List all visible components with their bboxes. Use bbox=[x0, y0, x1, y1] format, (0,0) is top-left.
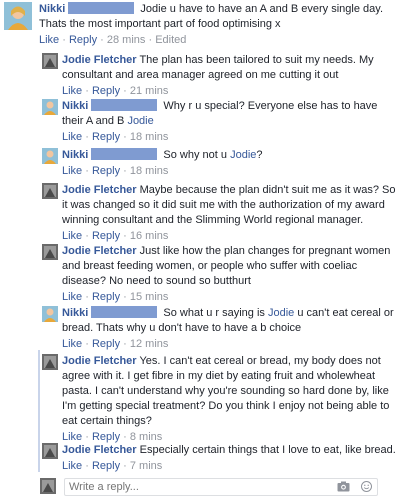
comment-message: Especially certain things that I love to… bbox=[139, 444, 396, 456]
reply-link[interactable]: Reply bbox=[92, 460, 120, 472]
comment-message-end: ? bbox=[256, 149, 263, 161]
comment-body: Jodie Fletcher The plan has been tailore… bbox=[62, 53, 399, 99]
avatar-nikki[interactable] bbox=[42, 148, 58, 164]
like-link[interactable]: Like bbox=[62, 338, 82, 350]
comment-time[interactable]: 15 mins bbox=[130, 291, 169, 303]
avatar-nikki[interactable] bbox=[42, 99, 58, 115]
comment-text: Jodie Fletcher Maybe because the plan di… bbox=[62, 183, 399, 228]
redacted-name bbox=[91, 306, 158, 318]
comment-time[interactable]: 8 mins bbox=[130, 431, 162, 443]
like-link[interactable]: Like bbox=[62, 431, 82, 443]
comment-body: Nikki Jodie u have to have an A and B ev… bbox=[39, 2, 400, 48]
like-link[interactable]: Like bbox=[62, 230, 82, 242]
comment-message: So what u r saying is bbox=[163, 307, 268, 319]
comment-time[interactable]: 7 mins bbox=[130, 460, 162, 472]
comment-body: Nikki So what u r saying is Jodie u can'… bbox=[62, 306, 399, 352]
comment-author[interactable]: Nikki bbox=[62, 149, 88, 161]
comment-text: Jodie Fletcher Especially certain things… bbox=[62, 443, 399, 458]
like-link[interactable]: Like bbox=[62, 291, 82, 303]
comment-author[interactable]: Nikki bbox=[62, 307, 88, 319]
mention-link[interactable]: Jodie bbox=[230, 149, 256, 161]
comment-meta: Like · Reply · 21 mins bbox=[62, 85, 169, 97]
like-link[interactable]: Like bbox=[62, 131, 82, 143]
reply-indicator-line bbox=[38, 350, 40, 472]
comment-thread: Nikki Jodie u have to have an A and B ev… bbox=[0, 0, 403, 500]
comment-time[interactable]: 12 mins bbox=[130, 338, 169, 350]
comment-time[interactable]: 28 mins bbox=[107, 34, 146, 46]
comment-text: Jodie Fletcher Just like how the plan ch… bbox=[62, 244, 399, 289]
comment-meta: Like · Reply · 28 mins · Edited bbox=[39, 34, 187, 46]
emoji-icon[interactable] bbox=[360, 481, 373, 495]
like-link[interactable]: Like bbox=[62, 165, 82, 177]
comment-text: Jodie Fletcher Yes. I can't eat cereal o… bbox=[62, 354, 399, 429]
reply-link[interactable]: Reply bbox=[69, 34, 97, 46]
reply-link[interactable]: Reply bbox=[92, 338, 120, 350]
comment-time[interactable]: 18 mins bbox=[130, 165, 169, 177]
comment-text: Nikki Why r u special? Everyone else has… bbox=[62, 99, 399, 129]
comment-body: Jodie Fletcher Maybe because the plan di… bbox=[62, 183, 399, 244]
reply-link[interactable]: Reply bbox=[92, 165, 120, 177]
reply-link[interactable]: Reply bbox=[92, 85, 120, 97]
redacted-name bbox=[91, 148, 158, 160]
camera-icon[interactable] bbox=[337, 481, 350, 495]
reply-link[interactable]: Reply bbox=[92, 131, 120, 143]
comment-author[interactable]: Jodie Fletcher bbox=[62, 54, 137, 66]
comment-meta: Like · Reply · 18 mins bbox=[62, 131, 169, 143]
avatar-jodie[interactable] bbox=[42, 443, 58, 459]
comment-body: Jodie Fletcher Especially certain things… bbox=[62, 443, 399, 474]
comment-text: Nikki Jodie u have to have an A and B ev… bbox=[39, 2, 400, 32]
avatar-jodie[interactable] bbox=[42, 183, 58, 199]
comment-time[interactable]: 18 mins bbox=[130, 131, 169, 143]
comment-author[interactable]: Nikki bbox=[62, 100, 88, 112]
comment-body: Jodie Fletcher Just like how the plan ch… bbox=[62, 244, 399, 305]
comment-meta: Like · Reply · 15 mins bbox=[62, 291, 169, 303]
comment-author[interactable]: Nikki bbox=[39, 3, 65, 15]
comment-text: Jodie Fletcher The plan has been tailore… bbox=[62, 53, 399, 83]
comment-body: Nikki Why r u special? Everyone else has… bbox=[62, 99, 399, 145]
avatar-nikki[interactable] bbox=[42, 306, 58, 322]
comment-text: Nikki So what u r saying is Jodie u can'… bbox=[62, 306, 399, 336]
comment-author[interactable]: Jodie Fletcher bbox=[62, 184, 137, 196]
comment-author[interactable]: Jodie Fletcher bbox=[62, 245, 137, 257]
avatar-nikki[interactable] bbox=[4, 2, 32, 30]
reply-composer bbox=[40, 478, 378, 496]
reply-link[interactable]: Reply bbox=[92, 230, 120, 242]
mention-link[interactable]: Jodie bbox=[127, 115, 153, 127]
edited-label[interactable]: Edited bbox=[155, 34, 186, 46]
comment-meta: Like · Reply · 18 mins bbox=[62, 165, 169, 177]
comment-author[interactable]: Jodie Fletcher bbox=[62, 355, 137, 367]
like-link[interactable]: Like bbox=[39, 34, 59, 46]
comment-meta: Like · Reply · 7 mins bbox=[62, 460, 163, 472]
avatar-jodie[interactable] bbox=[42, 244, 58, 260]
reply-link[interactable]: Reply bbox=[92, 431, 120, 443]
avatar-jodie[interactable] bbox=[42, 53, 58, 69]
redacted-name bbox=[68, 2, 135, 14]
reply-box bbox=[64, 478, 378, 496]
composer-icons bbox=[337, 481, 373, 495]
comment-meta: Like · Reply · 16 mins bbox=[62, 230, 169, 242]
mention-link[interactable]: Jodie bbox=[268, 307, 294, 319]
reply-link[interactable]: Reply bbox=[92, 291, 120, 303]
redacted-name bbox=[91, 99, 158, 111]
comment-author[interactable]: Jodie Fletcher bbox=[62, 444, 137, 456]
comment-text: Nikki So why not u Jodie? bbox=[62, 148, 399, 163]
avatar-jodie[interactable] bbox=[42, 354, 58, 370]
comment-message: So why not u bbox=[163, 149, 231, 161]
comment-meta: Like · Reply · 12 mins bbox=[62, 338, 169, 350]
comment-time[interactable]: 21 mins bbox=[130, 85, 169, 97]
avatar-current-user bbox=[40, 478, 56, 494]
comment-time[interactable]: 16 mins bbox=[130, 230, 169, 242]
comment-body: Jodie Fletcher Yes. I can't eat cereal o… bbox=[62, 354, 399, 445]
like-link[interactable]: Like bbox=[62, 85, 82, 97]
reply-input[interactable] bbox=[65, 479, 333, 495]
comment-body: Nikki So why not u Jodie? Like · Reply ·… bbox=[62, 148, 399, 179]
like-link[interactable]: Like bbox=[62, 460, 82, 472]
